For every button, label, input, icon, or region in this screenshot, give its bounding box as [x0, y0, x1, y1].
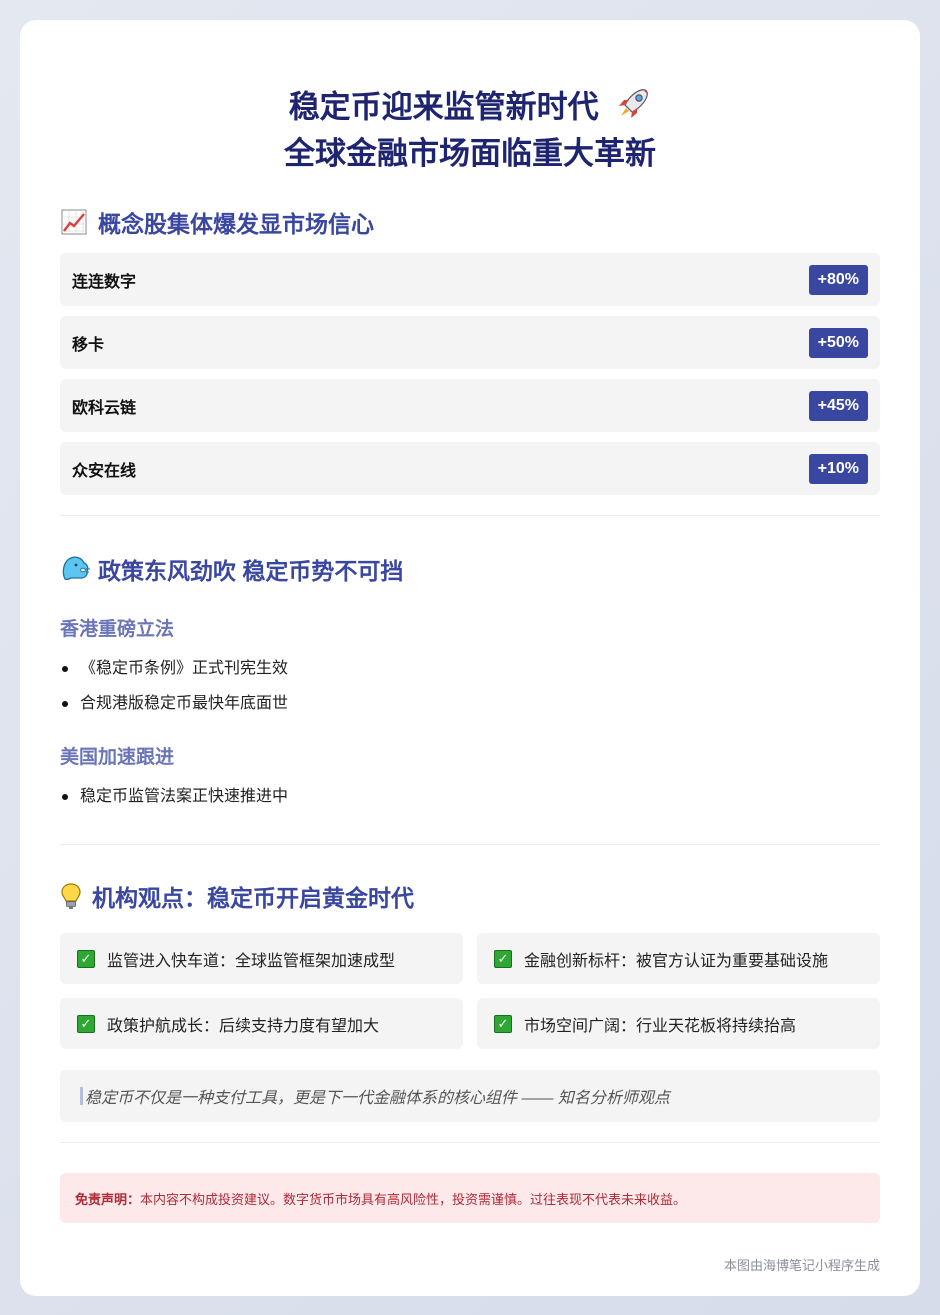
analyst-quote: 稳定币不仅是一种支付工具，更是下一代金融体系的核心组件 —— 知名分析师观点 — [60, 1070, 880, 1122]
views-grid: ✓ 监管进入快车道：全球监管框架加速成型 ✓ 金融创新标杆：被官方认证为重要基础… — [60, 933, 880, 1049]
views-heading-text: 机构观点：稳定币开启黄金时代 — [92, 885, 414, 911]
stock-row: 欧科云链 +45% — [60, 379, 880, 432]
chart-increasing-icon — [60, 208, 88, 236]
stock-name: 欧科云链 — [72, 399, 137, 417]
light-bulb-icon — [60, 882, 82, 910]
stock-name: 众安在线 — [72, 462, 137, 480]
check-mark-icon: ✓ — [77, 949, 95, 968]
wind-face-icon — [60, 555, 90, 583]
view-card: ✓ 监管进入快车道：全球监管框架加速成型 — [60, 933, 463, 984]
view-card: ✓ 市场空间广阔：行业天花板将持续抬高 — [477, 998, 880, 1049]
stock-change-badge: +50% — [808, 327, 868, 358]
stock-row: 移卡 +50% — [60, 316, 880, 369]
disclaimer-box: 免责声明： 本内容不构成投资建议。数字货币市场具有高风险性，投资需谨慎。过往表现… — [60, 1173, 880, 1223]
stock-list: 连连数字 +80% 移卡 +50% 欧科云链 +45% 众安在线 +10% — [60, 253, 880, 495]
stocks-section-heading: 概念股集体爆发显市场信心 — [60, 205, 880, 239]
policy-section-heading: 政策东风劲吹 稳定币势不可挡 — [60, 552, 880, 586]
stocks-heading-text: 概念股集体爆发显市场信心 — [98, 211, 374, 237]
view-text: 监管进入快车道：全球监管框架加速成型 — [107, 952, 396, 970]
section-divider — [60, 844, 880, 845]
section-divider — [60, 515, 880, 516]
quote-text: 稳定币不仅是一种支付工具，更是下一代金融体系的核心组件 —— 知名分析师观点 — [85, 1090, 670, 1107]
title-line-2: 全球金融市场面临重大革新 — [284, 136, 656, 171]
us-subheading: 美国加速跟进 — [60, 747, 175, 768]
disclaimer-label: 免责声明： — [75, 1191, 141, 1207]
hk-subheading: 香港重磅立法 — [60, 619, 175, 640]
stock-name: 移卡 — [72, 336, 105, 354]
views-section-heading: 机构观点：稳定币开启黄金时代 — [60, 879, 880, 913]
view-text: 金融创新标杆：被官方认证为重要基础设施 — [524, 952, 829, 970]
poster-card: 稳定币迎来监管新时代 全球金融市场面临重大革新 概念股集体爆发显市场信心 连连数… — [20, 20, 920, 1296]
stock-change-badge: +80% — [808, 264, 868, 295]
us-bullet-list: 稳定币监管法案正快速推进中 — [60, 779, 880, 814]
view-text: 政策护航成长：后续支持力度有望加大 — [107, 1017, 380, 1035]
list-item: 合规港版稳定币最快年底面世 — [60, 686, 880, 721]
rocket-icon — [615, 86, 651, 133]
check-mark-icon: ✓ — [77, 1014, 95, 1033]
policy-heading-text: 政策东风劲吹 稳定币势不可挡 — [98, 558, 404, 584]
stock-name: 连连数字 — [72, 273, 137, 291]
stock-row: 众安在线 +10% — [60, 442, 880, 495]
view-text: 市场空间广阔：行业天花板将持续抬高 — [524, 1017, 797, 1035]
stock-change-badge: +45% — [808, 390, 868, 421]
list-item: 稳定币监管法案正快速推进中 — [60, 779, 880, 814]
list-item: 《稳定币条例》正式刊宪生效 — [60, 651, 880, 686]
stock-change-badge: +10% — [808, 453, 868, 484]
quote-mark-icon — [80, 1087, 83, 1105]
check-mark-icon: ✓ — [494, 949, 512, 968]
disclaimer-text: 本内容不构成投资建议。数字货币市场具有高风险性，投资需谨慎。过往表现不代表未来收… — [140, 1191, 687, 1207]
view-card: ✓ 金融创新标杆：被官方认证为重要基础设施 — [477, 933, 880, 984]
view-card: ✓ 政策护航成长：后续支持力度有望加大 — [60, 998, 463, 1049]
hk-bullet-list: 《稳定币条例》正式刊宪生效 合规港版稳定币最快年底面世 — [60, 651, 880, 721]
section-divider — [60, 1142, 880, 1143]
stock-row: 连连数字 +80% — [60, 253, 880, 306]
footer-credit: 本图由海博笔记小程序生成 — [723, 1258, 880, 1273]
check-mark-icon: ✓ — [494, 1014, 512, 1033]
page-title: 稳定币迎来监管新时代 全球金融市场面临重大革新 — [60, 86, 880, 175]
title-line-1: 稳定币迎来监管新时代 — [288, 89, 599, 125]
